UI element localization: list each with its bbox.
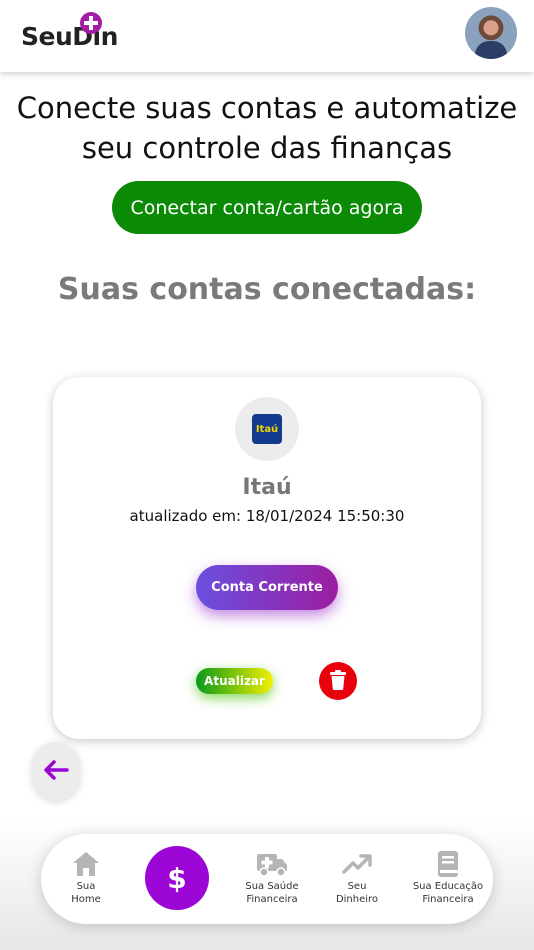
bank-logo-circle: Itaú <box>235 397 299 461</box>
avatar-figure <box>475 41 507 59</box>
trash-icon <box>330 670 346 690</box>
nav-item-money[interactable]: $ <box>145 846 209 910</box>
updated-timestamp: atualizado em: 18/01/2024 15:50:30 <box>129 507 405 525</box>
book-icon <box>438 851 458 877</box>
app-header: SeuDin <box>0 0 534 72</box>
account-type-button[interactable]: Conta Corrente <box>196 565 338 610</box>
itau-logo-icon: Itaú <box>252 414 282 444</box>
nav-item-financial-education[interactable]: Sua Educação Financeira <box>407 834 489 924</box>
ambulance-icon <box>257 854 287 877</box>
headline-line-2: seu controle das finanças <box>81 131 453 165</box>
update-button[interactable]: Atualizar <box>196 668 273 694</box>
connect-account-button[interactable]: Conectar conta/cartão agora <box>112 181 422 234</box>
logo-plus-icon <box>80 12 102 34</box>
connected-accounts-title: Suas contas conectadas: <box>57 272 477 307</box>
nav-item-financial-health[interactable]: Sua Saúde Financeira <box>237 834 307 924</box>
nav-label-your-money: Seu Dinheiro <box>335 881 379 905</box>
arrow-left-icon <box>44 760 69 780</box>
home-icon <box>73 852 99 876</box>
nav-item-your-money[interactable]: Seu Dinheiro <box>328 834 386 924</box>
delete-button[interactable] <box>319 662 357 700</box>
page-headline: Conecte suas contas e automatize seu con… <box>0 88 534 168</box>
dollar-icon: $ <box>167 861 187 895</box>
trending-up-icon <box>342 854 372 874</box>
headline-line-1: Conecte suas contas e automatize <box>16 91 518 125</box>
nav-label-financial-health: Sua Saúde Financeira <box>245 881 299 905</box>
bottom-nav: Sua Home $ Sua Saúde Financeira Seu Dinh… <box>41 834 493 924</box>
nav-label-financial-education: Sua Educação Financeira <box>412 881 484 905</box>
user-avatar[interactable] <box>465 7 517 59</box>
back-button[interactable] <box>32 742 80 800</box>
bank-name: Itaú <box>242 475 292 500</box>
nav-label-home: Sua Home <box>71 881 101 905</box>
nav-item-home[interactable]: Sua Home <box>57 834 115 924</box>
account-card: Itaú Itaú atualizado em: 18/01/2024 15:5… <box>53 377 481 739</box>
seudin-logo[interactable]: SeuDin <box>21 22 118 51</box>
